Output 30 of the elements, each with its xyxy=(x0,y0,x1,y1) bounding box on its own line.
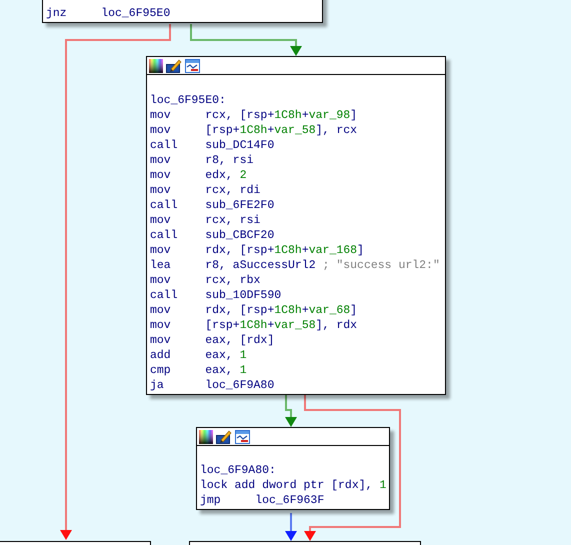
code-line: ja loc_6F9A80 xyxy=(150,378,274,393)
code-line: call sub_DC14F0 xyxy=(150,138,274,153)
code-line: mov rdx, [rsp+1C8h+var_168] xyxy=(150,243,364,258)
code-line: call sub_6FE2F0 xyxy=(150,198,274,213)
code-line: mov eax, [rdx] xyxy=(150,333,274,348)
code-line: call sub_CBCF20 xyxy=(150,228,274,243)
code-line: mov rcx, [rsp+1C8h+var_98] xyxy=(150,108,358,123)
color-palette-icon[interactable] xyxy=(149,58,163,72)
code-line: mov rcx, rdi xyxy=(150,183,260,198)
code-label: loc_6F9A80: xyxy=(200,463,276,478)
code-line: mov [rsp+1C8h+var_58], rcx xyxy=(150,123,358,138)
pencil-icon[interactable] xyxy=(216,430,232,444)
code-line: mov rcx, rbx xyxy=(150,273,260,288)
graph-overview-icon[interactable] xyxy=(235,430,250,444)
code-line: mov [rsp+1C8h+var_58], rdx xyxy=(150,318,358,333)
code-line: mov edx, 2 xyxy=(150,168,247,183)
code-line: add eax, 1 xyxy=(150,348,247,363)
code-line: cmp eax, 1 xyxy=(150,363,247,378)
code-line: call sub_10DF590 xyxy=(150,288,282,303)
color-palette-icon[interactable] xyxy=(199,430,213,444)
code-line: mov rdx, [rsp+1C8h+var_68] xyxy=(150,303,358,318)
code-label: loc_6F95E0: xyxy=(150,93,226,108)
code-line: lock add dword ptr [rdx], 1 xyxy=(200,478,386,493)
code-line: jnz loc_6F95E0 xyxy=(46,6,170,21)
code-line: mov rcx, rsi xyxy=(150,213,260,228)
code-line: jmp loc_6F963F xyxy=(200,493,324,508)
graph-overview-icon[interactable] xyxy=(185,58,200,72)
code-line: lea r8, aSuccessUrl2 ; "success url2:" xyxy=(150,258,440,273)
code-line: mov r8, rsi xyxy=(150,153,254,168)
pencil-icon[interactable] xyxy=(166,58,182,72)
